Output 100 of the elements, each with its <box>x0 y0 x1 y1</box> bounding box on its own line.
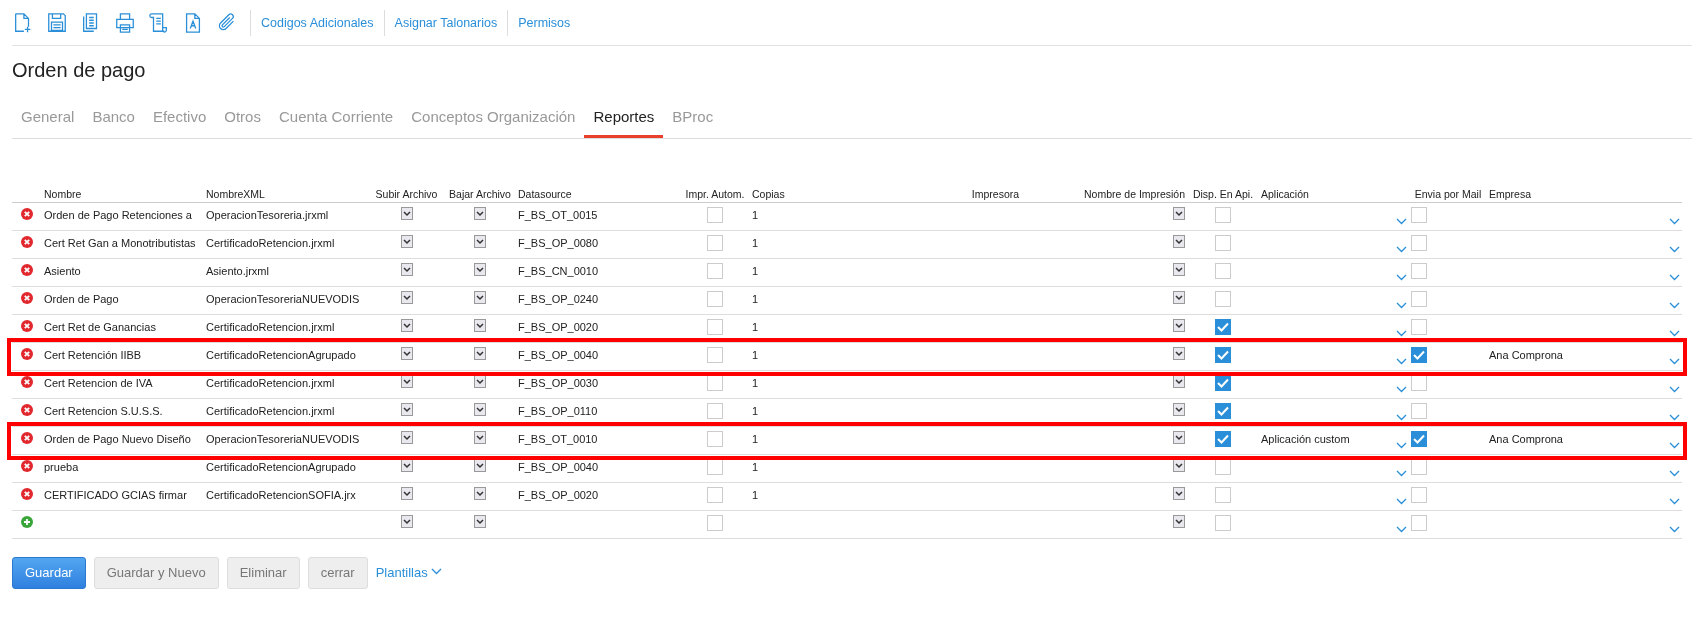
checkbox[interactable] <box>1411 263 1427 280</box>
chevron-down-icon[interactable] <box>1396 274 1407 282</box>
dropdown-select[interactable] <box>1173 319 1185 333</box>
delete-icon[interactable] <box>21 320 33 333</box>
dropdown-select[interactable] <box>474 291 486 305</box>
dropdown-select[interactable] <box>474 375 486 389</box>
checkbox[interactable] <box>1411 403 1427 420</box>
delete-icon[interactable] <box>21 432 33 445</box>
action-button[interactable]: cerrar <box>307 557 368 589</box>
dropdown-select[interactable] <box>474 459 486 473</box>
checkbox[interactable] <box>1215 319 1231 336</box>
tab[interactable]: General <box>12 102 84 138</box>
dropdown-select[interactable] <box>400 403 413 417</box>
dropdown-select[interactable] <box>400 431 413 445</box>
chevron-down-icon[interactable] <box>1396 302 1407 310</box>
dropdown-select[interactable] <box>1173 263 1185 277</box>
dropdown-select[interactable] <box>474 431 486 445</box>
checkbox[interactable] <box>1411 235 1427 252</box>
checkbox[interactable] <box>1411 487 1427 504</box>
dropdown-select[interactable] <box>474 487 486 501</box>
dropdown-select[interactable] <box>474 347 486 361</box>
chevron-down-icon[interactable] <box>1396 386 1407 394</box>
dropdown-select[interactable] <box>400 459 413 473</box>
checkbox[interactable] <box>1215 207 1231 224</box>
chevron-down-icon[interactable] <box>1396 218 1407 226</box>
chevron-down-icon[interactable] <box>1669 246 1680 254</box>
dropdown-select[interactable] <box>1173 291 1185 305</box>
delete-icon[interactable] <box>21 488 33 501</box>
dropdown-select[interactable] <box>1173 487 1185 501</box>
toolbar-link[interactable]: Permisos <box>507 9 581 36</box>
save-icon[interactable] <box>46 11 68 34</box>
checkbox[interactable] <box>1215 347 1231 364</box>
delete-icon[interactable] <box>21 208 33 221</box>
chevron-down-icon[interactable] <box>1396 526 1407 534</box>
print-icon[interactable] <box>114 11 136 34</box>
delete-icon[interactable] <box>21 236 33 249</box>
delete-icon[interactable] <box>21 460 33 473</box>
dropdown-select[interactable] <box>400 515 413 529</box>
chevron-down-icon[interactable] <box>1669 274 1680 282</box>
dropdown-select[interactable] <box>474 235 486 249</box>
checkbox[interactable] <box>707 515 723 532</box>
checkbox[interactable] <box>1411 347 1427 364</box>
dropdown-select[interactable] <box>474 515 486 529</box>
checkbox[interactable] <box>1411 291 1427 308</box>
chevron-down-icon[interactable] <box>1669 414 1680 422</box>
chevron-down-icon[interactable] <box>1396 442 1407 450</box>
chevron-down-icon[interactable] <box>1396 414 1407 422</box>
chevron-down-icon[interactable] <box>1396 358 1407 366</box>
save-button[interactable]: Guardar <box>12 557 86 589</box>
toolbar-link[interactable]: Asignar Talonarios <box>383 9 508 36</box>
checkbox[interactable] <box>707 431 723 448</box>
dropdown-select[interactable] <box>1173 347 1185 361</box>
action-button[interactable]: Guardar y Nuevo <box>93 557 219 589</box>
checkbox[interactable] <box>1215 291 1231 308</box>
dropdown-select[interactable] <box>1173 431 1185 445</box>
tab[interactable]: Conceptos Organización <box>402 102 585 138</box>
delete-icon[interactable] <box>21 264 33 277</box>
checkbox[interactable] <box>707 403 723 420</box>
dropdown-select[interactable] <box>1173 459 1185 473</box>
dropdown-select[interactable] <box>400 235 413 249</box>
chevron-down-icon[interactable] <box>1669 386 1680 394</box>
dropdown-select[interactable] <box>1173 515 1185 529</box>
checkbox[interactable] <box>1215 235 1231 252</box>
tab[interactable]: Otros <box>215 102 270 138</box>
dropdown-link[interactable]: Plantillas <box>375 563 443 583</box>
checkbox[interactable] <box>1411 207 1427 224</box>
dropdown-select[interactable] <box>400 291 413 305</box>
checkbox[interactable] <box>707 263 723 280</box>
add-icon[interactable] <box>21 516 33 529</box>
dropdown-select[interactable] <box>400 263 413 277</box>
dropdown-select[interactable] <box>400 375 413 389</box>
checkbox[interactable] <box>707 291 723 308</box>
dropdown-select[interactable] <box>1173 207 1185 221</box>
dropdown-select[interactable] <box>474 263 486 277</box>
chevron-down-icon[interactable] <box>1396 470 1407 478</box>
checkbox[interactable] <box>1215 515 1231 532</box>
checkbox[interactable] <box>1215 403 1231 420</box>
checkbox[interactable] <box>707 235 723 252</box>
dropdown-select[interactable] <box>474 403 486 417</box>
tab[interactable]: Reportes <box>584 102 664 138</box>
delete-icon[interactable] <box>21 292 33 305</box>
checkbox[interactable] <box>1411 515 1427 532</box>
dropdown-select[interactable] <box>400 347 413 361</box>
checkbox[interactable] <box>707 487 723 504</box>
dropdown-select[interactable] <box>400 207 413 221</box>
checkbox[interactable] <box>707 319 723 336</box>
checkbox[interactable] <box>707 207 723 224</box>
checkbox[interactable] <box>707 347 723 364</box>
chevron-down-icon[interactable] <box>1396 246 1407 254</box>
action-button[interactable]: Eliminar <box>226 557 300 589</box>
dropdown-select[interactable] <box>474 319 486 333</box>
dropdown-select[interactable] <box>1173 403 1185 417</box>
chevron-down-icon[interactable] <box>1669 526 1680 534</box>
checkbox[interactable] <box>1411 319 1427 336</box>
chevron-down-icon[interactable] <box>1669 302 1680 310</box>
chevron-down-icon[interactable] <box>1669 442 1680 450</box>
chevron-down-icon[interactable] <box>1396 498 1407 506</box>
dropdown-select[interactable] <box>400 319 413 333</box>
tab[interactable]: BProc <box>663 102 723 138</box>
checkbox[interactable] <box>1215 263 1231 280</box>
